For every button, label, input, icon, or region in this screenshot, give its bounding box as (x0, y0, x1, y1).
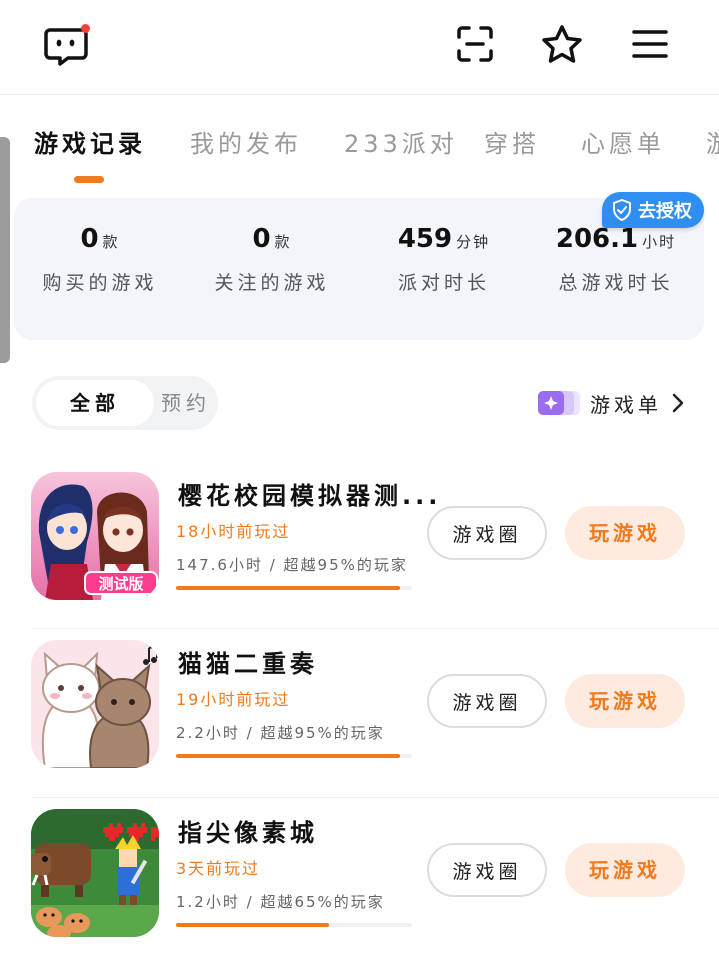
stat-label: 购买的游戏 (42, 272, 158, 294)
progress-fill (176, 754, 401, 758)
stat-label: 关注的游戏 (214, 272, 330, 294)
last-played-text: 19小时前玩过 (176, 690, 291, 709)
stat-value: 0 (252, 224, 271, 254)
playtime-progress-bar (176, 586, 412, 590)
cover-badge-text: 测试版 (98, 575, 143, 593)
game-circle-button[interactable]: 游戏圈 (427, 843, 547, 897)
playtime-stat-text: 1.2小时 / 超越65%的玩家 (176, 893, 385, 911)
progress-fill (176, 586, 401, 590)
play-game-button[interactable]: 玩游戏 (565, 506, 685, 560)
game-title: 指尖像素城 (178, 819, 318, 847)
stats-card: 0款 购买的游戏 0款 关注的游戏 459 分钟 派对时长 206.1 小时 总游戏… (14, 198, 704, 340)
game-title: 樱花校园模拟器测... (178, 482, 442, 510)
chevron-right-icon (672, 393, 684, 413)
stat-followed-games[interactable]: 0款 关注的游戏 (186, 224, 358, 295)
play-game-button[interactable]: 玩游戏 (565, 674, 685, 728)
stat-value: 206.1 (555, 224, 639, 254)
tab-wishlist[interactable]: 心愿单 (581, 124, 665, 159)
game-cover-image[interactable] (31, 640, 159, 768)
play-game-button[interactable]: 玩游戏 (565, 843, 685, 897)
filter-all[interactable]: 全部 (36, 380, 154, 426)
authorize-button[interactable]: 去授权 (602, 192, 704, 228)
playtime-progress-bar (176, 923, 412, 927)
playtime-stat-text: 147.6小时 / 超越95%的玩家 (176, 556, 408, 574)
stat-total-playtime[interactable]: 206.1 小时 总游戏时长 (530, 224, 702, 295)
stat-party-duration[interactable]: 459 分钟 派对时长 (358, 224, 530, 295)
game-circle-button[interactable]: 游戏圈 (427, 506, 547, 560)
top-bar (0, 0, 719, 95)
stat-purchased-games[interactable]: 0款 购买的游戏 (14, 224, 186, 295)
tab-233-party[interactable]: 233派对 (344, 124, 458, 159)
stat-unit: 款 (274, 233, 292, 251)
divider (32, 797, 719, 798)
record-filter: 全部 预约 (32, 376, 218, 430)
game-circle-button[interactable]: 游戏圈 (427, 674, 547, 728)
playtime-stat-text: 2.2小时 / 超越95%的玩家 (176, 724, 385, 742)
divider (32, 628, 719, 629)
game-cover-image[interactable]: 测试版 (31, 472, 159, 600)
playtime-progress-bar (176, 754, 412, 758)
game-list-label: 游戏单 (590, 392, 662, 417)
active-tab-indicator (74, 176, 104, 183)
stat-label: 派对时长 (397, 272, 490, 294)
game-list-link[interactable]: 游戏单 (536, 386, 684, 420)
star-icon[interactable] (540, 22, 584, 66)
filter-reserve[interactable]: 预约 (154, 376, 218, 430)
tab-outfits[interactable]: 穿搭 (484, 124, 540, 159)
tab-game-records[interactable]: 游戏记录 (34, 124, 146, 159)
shield-check-icon (613, 199, 631, 221)
notification-dot (81, 24, 90, 33)
stat-label: 总游戏时长 (558, 272, 674, 294)
last-played-text: 18小时前玩过 (176, 522, 291, 541)
last-played-text: 3天前玩过 (176, 859, 261, 878)
game-record-item[interactable]: 指尖像素城 3天前玩过 1.2小时 / 超越65%的玩家 游戏圈 玩游戏 (0, 797, 719, 967)
authorize-label: 去授权 (638, 201, 692, 222)
game-record-item[interactable]: 猫猫二重奏 19小时前玩过 2.2小时 / 超越95%的玩家 游戏圈 玩游戏 (0, 628, 719, 798)
progress-fill (176, 923, 330, 927)
menu-icon[interactable] (628, 22, 672, 66)
tab-overflow[interactable]: 游 (706, 124, 719, 159)
sparkle-icon (536, 390, 580, 416)
scan-icon[interactable] (453, 22, 497, 66)
game-record-item[interactable]: 测试版 樱花校园模拟器测... 18小时前玩过 147.6小时 / 超越95%的… (0, 462, 719, 630)
game-title: 猫猫二重奏 (178, 650, 318, 678)
chat-face-logo-icon[interactable] (44, 24, 92, 66)
stat-value: 459 (397, 224, 453, 254)
stat-value: 0 (80, 224, 99, 254)
stat-unit: 分钟 (456, 233, 491, 251)
tab-bar: 游戏记录 我的发布 233派对 穿搭 心愿单 游 (0, 108, 719, 188)
game-cover-image[interactable] (31, 809, 159, 937)
tab-my-posts[interactable]: 我的发布 (190, 124, 302, 159)
stat-unit: 小时 (642, 233, 677, 251)
stat-unit: 款 (102, 233, 120, 251)
